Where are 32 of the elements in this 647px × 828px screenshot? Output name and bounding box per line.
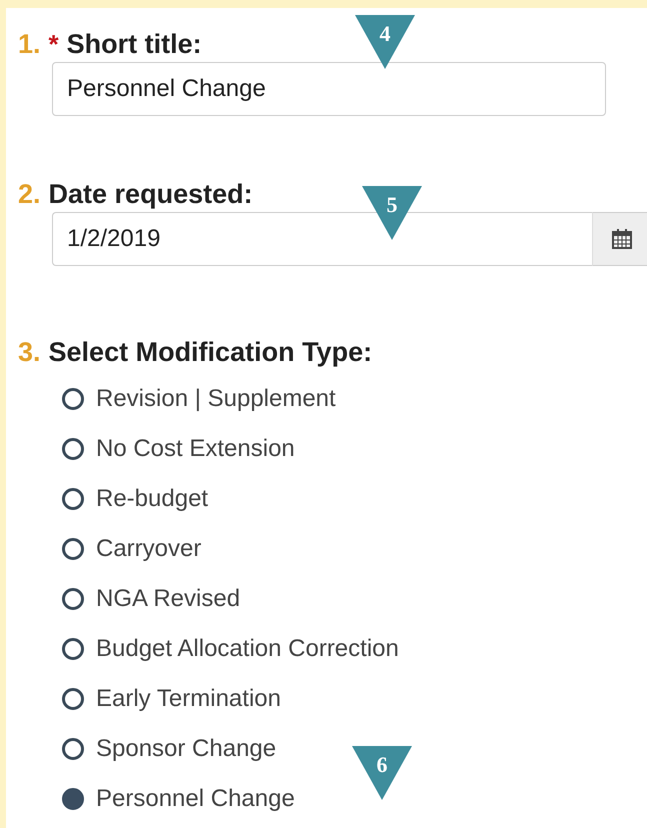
radio-button[interactable] xyxy=(62,738,84,760)
option-label[interactable]: Re-budget xyxy=(96,485,208,513)
callout-marker: 6 xyxy=(352,746,412,800)
option-label[interactable]: Revision | Supplement xyxy=(96,385,336,413)
question-label: Date requested: xyxy=(48,180,253,208)
radio-button[interactable] xyxy=(62,538,84,560)
option-label[interactable]: Carryover xyxy=(96,535,202,563)
input-field[interactable]: Personnel Change xyxy=(52,62,606,116)
question-number: 2. xyxy=(18,180,41,208)
question-label: Select Modification Type: xyxy=(48,338,372,366)
option-label[interactable]: Personnel Change xyxy=(96,785,295,813)
option-label[interactable]: Sponsor Change xyxy=(96,735,276,763)
option-label[interactable]: Early Termination xyxy=(96,685,281,713)
option-label[interactable]: Budget Allocation Correction xyxy=(96,635,399,663)
required-asterisk: * xyxy=(48,30,59,58)
question-number: 3. xyxy=(18,338,41,366)
question-number: 1. xyxy=(18,30,41,58)
radio-button[interactable] xyxy=(62,788,84,810)
option-label[interactable]: NGA Revised xyxy=(96,585,240,613)
question-label: Short title: xyxy=(66,30,202,58)
callout-marker: 4 xyxy=(355,15,415,69)
callout-marker: 5 xyxy=(362,186,422,240)
date-field[interactable]: 1/2/2019 xyxy=(52,212,592,266)
radio-button[interactable] xyxy=(62,588,84,610)
radio-button[interactable] xyxy=(62,638,84,660)
radio-button[interactable] xyxy=(62,488,84,510)
calendar-button[interactable] xyxy=(592,212,647,266)
calendar-icon xyxy=(611,228,633,250)
option-label[interactable]: No Cost Extension xyxy=(96,435,295,463)
radio-button[interactable] xyxy=(62,438,84,460)
radio-button[interactable] xyxy=(62,688,84,710)
radio-button[interactable] xyxy=(62,388,84,410)
